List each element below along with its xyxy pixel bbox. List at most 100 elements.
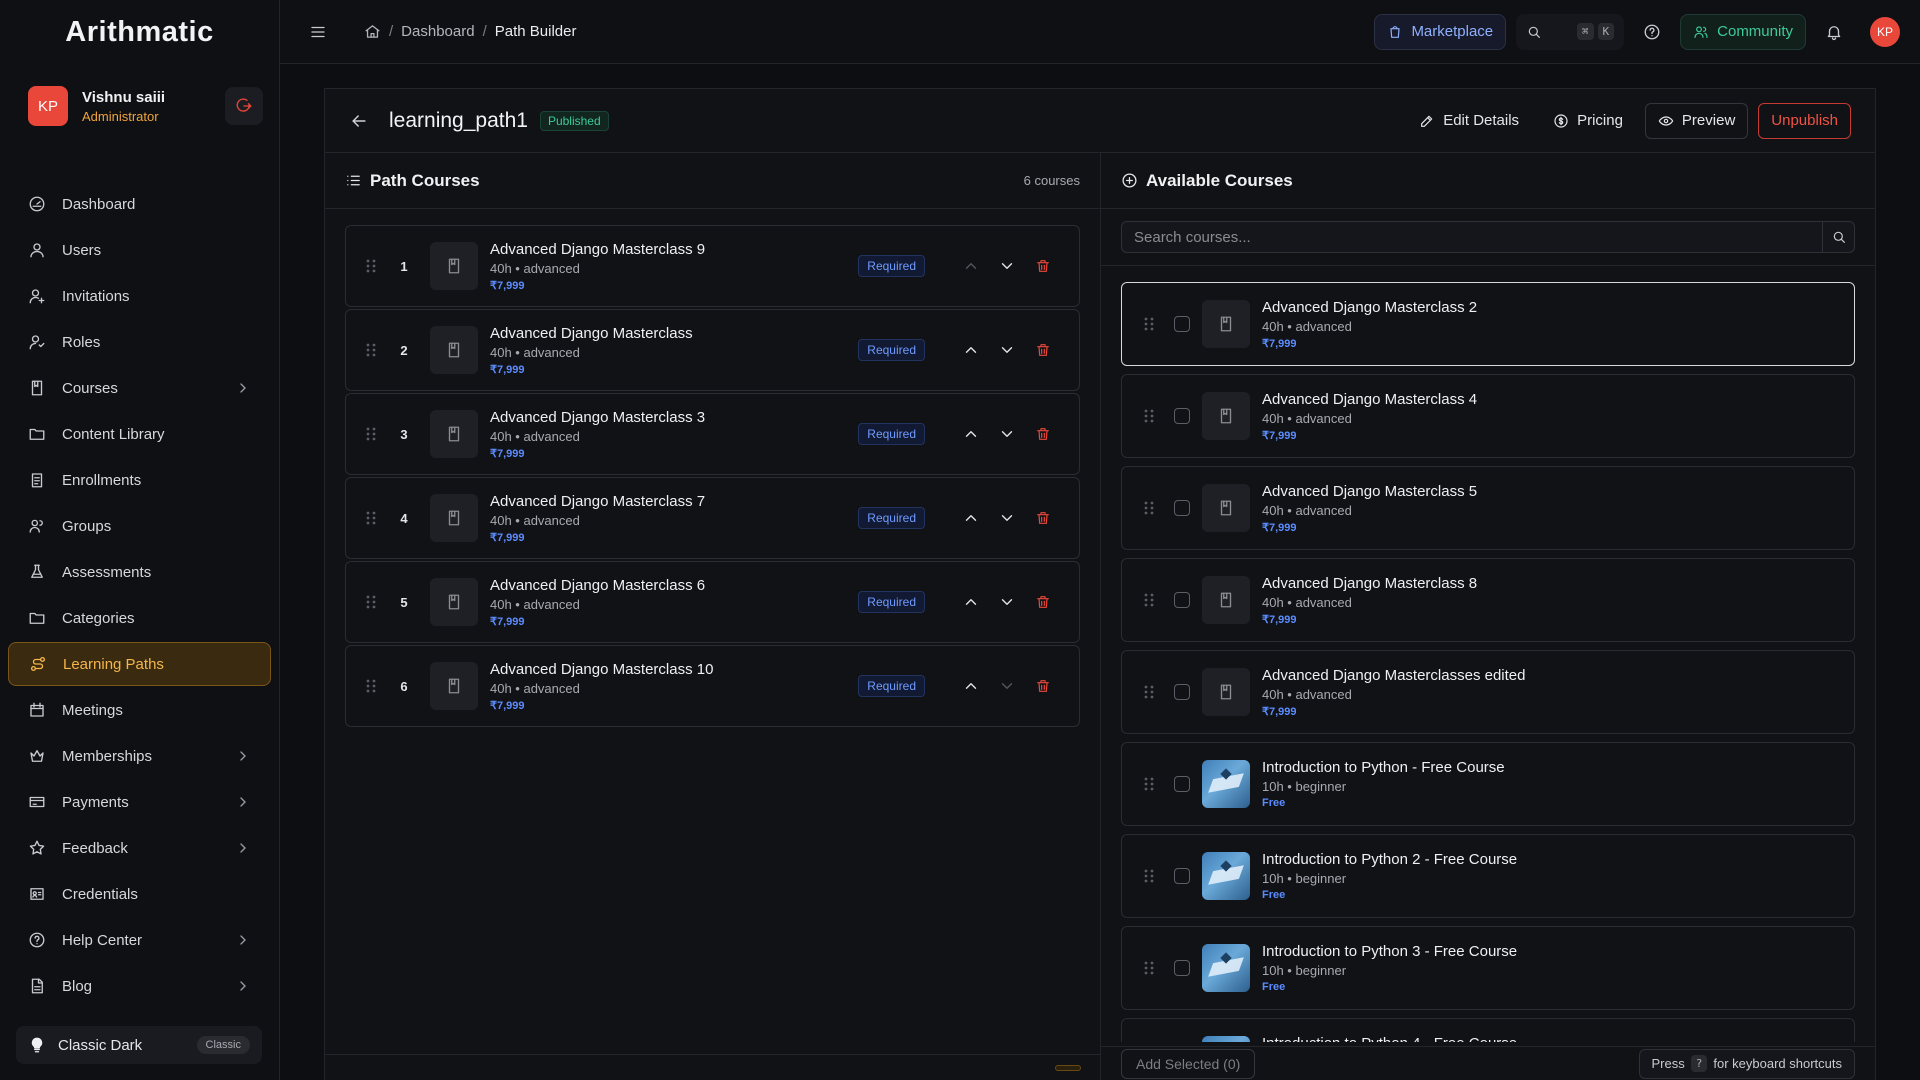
sidebar-item-groups[interactable]: Groups bbox=[8, 504, 271, 548]
drag-handle-icon[interactable] bbox=[364, 509, 378, 527]
move-down-button[interactable] bbox=[989, 332, 1025, 368]
sidebar-item-help-center[interactable]: Help Center bbox=[8, 918, 271, 962]
marketplace-button[interactable]: Marketplace bbox=[1374, 13, 1507, 50]
unpublish-button[interactable]: Unpublish bbox=[1758, 102, 1851, 139]
course-select-checkbox[interactable] bbox=[1174, 408, 1190, 424]
app-logo[interactable]: Arithmatic bbox=[0, 0, 279, 64]
required-toggle[interactable]: Required bbox=[858, 675, 925, 697]
drag-handle-icon[interactable] bbox=[1142, 867, 1156, 885]
course-search-button[interactable] bbox=[1822, 222, 1854, 252]
move-down-button[interactable] bbox=[989, 416, 1025, 452]
add-selected-button[interactable]: Add Selected (0) bbox=[1121, 1048, 1256, 1079]
move-up-button[interactable] bbox=[953, 248, 989, 284]
logout-button[interactable] bbox=[225, 87, 263, 125]
sidebar-item-enrollments[interactable]: Enrollments bbox=[8, 458, 271, 502]
available-course-row[interactable]: Introduction to Python 3 - Free Course 10… bbox=[1121, 926, 1855, 1010]
remove-course-button[interactable] bbox=[1025, 500, 1061, 536]
drag-handle-icon[interactable] bbox=[364, 257, 378, 275]
sidebar-item-assessments[interactable]: Assessments bbox=[8, 550, 271, 594]
course-select-checkbox[interactable] bbox=[1174, 684, 1190, 700]
remove-course-button[interactable] bbox=[1025, 416, 1061, 452]
drag-handle-icon[interactable] bbox=[1142, 315, 1156, 333]
drag-handle-icon[interactable] bbox=[364, 341, 378, 359]
edit-details-button[interactable]: Edit Details bbox=[1407, 103, 1531, 139]
path-course-row[interactable]: 5 Advanced Django Masterclass 6 40h • adva… bbox=[345, 561, 1080, 643]
course-search-input[interactable] bbox=[1122, 222, 1822, 252]
move-up-button[interactable] bbox=[953, 416, 989, 452]
course-select-checkbox[interactable] bbox=[1174, 960, 1190, 976]
profile-avatar[interactable]: KP bbox=[1870, 16, 1900, 47]
sidebar-item-roles[interactable]: Roles bbox=[8, 320, 271, 364]
sidebar-item-feedback[interactable]: Feedback bbox=[8, 826, 271, 870]
drag-handle-icon[interactable] bbox=[1142, 407, 1156, 425]
remove-course-button[interactable] bbox=[1025, 584, 1061, 620]
sidebar-item-memberships[interactable]: Memberships bbox=[8, 734, 271, 778]
breadcrumb-dashboard[interactable]: Dashboard bbox=[401, 23, 474, 40]
drag-handle-icon[interactable] bbox=[1142, 959, 1156, 977]
available-course-row[interactable]: Advanced Django Masterclass 8 40h • advan… bbox=[1121, 558, 1855, 642]
move-down-button[interactable] bbox=[989, 584, 1025, 620]
available-course-row[interactable]: Advanced Django Masterclass 5 40h • advan… bbox=[1121, 466, 1855, 550]
global-search-button[interactable]: ⌘ K bbox=[1516, 13, 1625, 50]
menu-toggle-button[interactable] bbox=[300, 14, 336, 50]
sidebar-item-meetings[interactable]: Meetings bbox=[8, 688, 271, 732]
sidebar-item-blog[interactable]: Blog bbox=[8, 964, 271, 1008]
available-course-row[interactable]: Introduction to Python 2 - Free Course 10… bbox=[1121, 834, 1855, 918]
drag-handle-icon[interactable] bbox=[364, 593, 378, 611]
theme-switcher[interactable]: Classic Dark Classic bbox=[16, 1026, 262, 1064]
sidebar-item-learning-paths[interactable]: Learning Paths bbox=[8, 642, 271, 686]
sidebar-item-content-library[interactable]: Content Library bbox=[8, 412, 271, 456]
available-course-row[interactable]: Introduction to Python 4 - Free Course10… bbox=[1121, 1018, 1855, 1042]
move-up-button[interactable] bbox=[953, 500, 989, 536]
sidebar-item-users[interactable]: Users bbox=[8, 228, 271, 272]
move-up-button[interactable] bbox=[953, 584, 989, 620]
preview-button[interactable]: Preview bbox=[1644, 102, 1749, 139]
required-toggle[interactable]: Required bbox=[858, 339, 925, 361]
user-avatar[interactable]: KP bbox=[28, 86, 68, 126]
required-toggle[interactable]: Required bbox=[858, 507, 925, 529]
drag-handle-icon[interactable] bbox=[1142, 499, 1156, 517]
course-select-checkbox[interactable] bbox=[1174, 592, 1190, 608]
course-select-checkbox[interactable] bbox=[1174, 316, 1190, 332]
available-course-row[interactable]: Introduction to Python - Free Course 10h … bbox=[1121, 742, 1855, 826]
required-toggle[interactable]: Required bbox=[858, 255, 925, 277]
sidebar-item-invitations[interactable]: Invitations bbox=[8, 274, 271, 318]
drag-handle-icon[interactable] bbox=[1142, 775, 1156, 793]
path-course-row[interactable]: 3 Advanced Django Masterclass 3 40h • adva… bbox=[345, 393, 1080, 475]
notifications-button[interactable] bbox=[1816, 14, 1852, 50]
path-course-row[interactable]: 6 Advanced Django Masterclass 10 40h • adv… bbox=[345, 645, 1080, 727]
move-up-button[interactable] bbox=[953, 668, 989, 704]
available-course-row[interactable]: Advanced Django Masterclasses edited 40h … bbox=[1121, 650, 1855, 734]
home-icon[interactable] bbox=[364, 23, 381, 40]
path-course-row[interactable]: 4 Advanced Django Masterclass 7 40h • adva… bbox=[345, 477, 1080, 559]
back-button[interactable] bbox=[349, 111, 369, 131]
available-course-row[interactable]: Advanced Django Masterclass 4 40h • advan… bbox=[1121, 374, 1855, 458]
drag-handle-icon[interactable] bbox=[364, 425, 378, 443]
available-course-row[interactable]: Advanced Django Masterclass 2 40h • advan… bbox=[1121, 282, 1855, 366]
drag-handle-icon[interactable] bbox=[1142, 683, 1156, 701]
community-button[interactable]: Community bbox=[1680, 13, 1806, 50]
sidebar-item-categories[interactable]: Categories bbox=[8, 596, 271, 640]
path-course-row[interactable]: 1 Advanced Django Masterclass 9 40h • adva… bbox=[345, 225, 1080, 307]
sidebar-item-payments[interactable]: Payments bbox=[8, 780, 271, 824]
pricing-button[interactable]: Pricing bbox=[1541, 103, 1635, 139]
remove-course-button[interactable] bbox=[1025, 668, 1061, 704]
remove-course-button[interactable] bbox=[1025, 248, 1061, 284]
move-up-button[interactable] bbox=[953, 332, 989, 368]
path-course-row[interactable]: 2 Advanced Django Masterclass 40h • advanc… bbox=[345, 309, 1080, 391]
course-select-checkbox[interactable] bbox=[1174, 500, 1190, 516]
move-down-button[interactable] bbox=[989, 668, 1025, 704]
move-down-button[interactable] bbox=[989, 500, 1025, 536]
help-button[interactable] bbox=[1634, 14, 1670, 50]
drag-handle-icon[interactable] bbox=[364, 677, 378, 695]
move-down-button[interactable] bbox=[989, 248, 1025, 284]
drag-handle-icon[interactable] bbox=[1142, 591, 1156, 609]
course-select-checkbox[interactable] bbox=[1174, 868, 1190, 884]
sidebar-item-dashboard[interactable]: Dashboard bbox=[8, 182, 271, 226]
required-toggle[interactable]: Required bbox=[858, 423, 925, 445]
required-toggle[interactable]: Required bbox=[858, 591, 925, 613]
sidebar-item-credentials[interactable]: Credentials bbox=[8, 872, 271, 916]
course-select-checkbox[interactable] bbox=[1174, 776, 1190, 792]
sidebar-item-courses[interactable]: Courses bbox=[8, 366, 271, 410]
remove-course-button[interactable] bbox=[1025, 332, 1061, 368]
